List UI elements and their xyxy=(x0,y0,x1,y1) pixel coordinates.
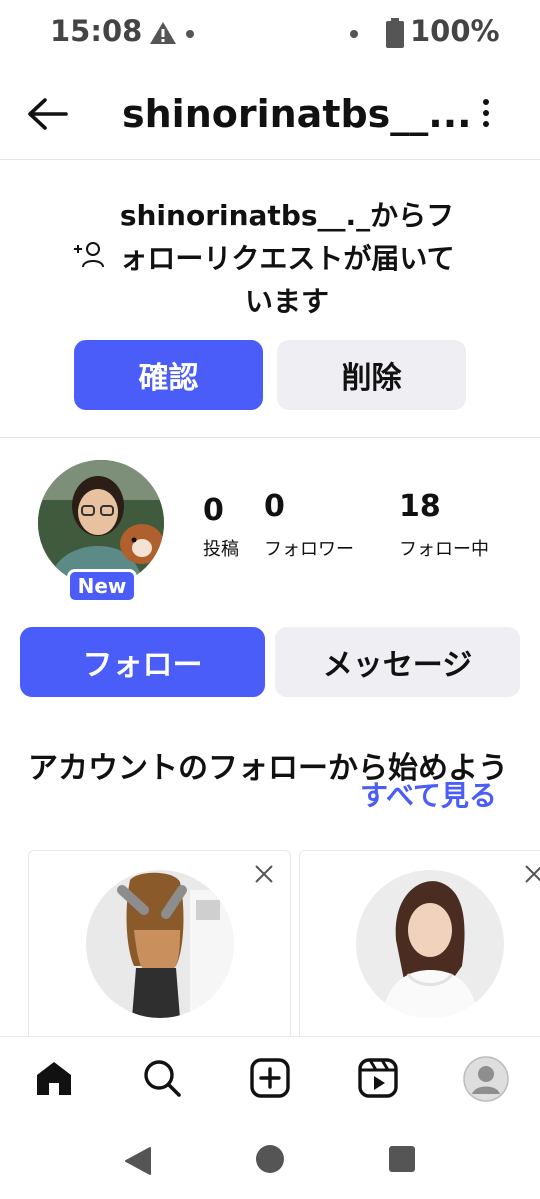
back-arrow-icon[interactable] xyxy=(26,96,68,132)
notification-dot-icon xyxy=(186,30,194,38)
message-button[interactable]: メッセージ xyxy=(275,627,520,697)
following-label[interactable]: フォロー中 xyxy=(399,535,489,561)
followers-count[interactable]: 0 xyxy=(264,489,285,524)
follow-request-panel: shinorinatbs__._からフォローリクエストが届いています 確認 削除 xyxy=(0,160,540,438)
status-bar: 15:08 100% xyxy=(0,0,540,68)
warning-icon xyxy=(150,22,176,44)
posts-count: 0 xyxy=(203,493,224,528)
suggestion-avatar[interactable] xyxy=(86,870,234,1018)
following-count[interactable]: 18 xyxy=(399,489,441,524)
reels-icon[interactable] xyxy=(358,1058,398,1098)
follow-request-message: shinorinatbs__._からフォローリクエストが届いています xyxy=(119,199,455,318)
confirm-button[interactable]: 確認 xyxy=(74,340,263,410)
profile-header: shinorinatbs__... xyxy=(0,70,540,160)
more-vert-icon[interactable] xyxy=(476,98,496,130)
new-badge: New xyxy=(67,569,137,603)
battery-icon xyxy=(386,18,404,48)
person-add-icon xyxy=(74,242,104,268)
avatar[interactable] xyxy=(38,460,164,586)
bottom-nav xyxy=(0,1036,540,1122)
search-icon[interactable] xyxy=(142,1058,182,1098)
home-icon[interactable] xyxy=(34,1058,74,1098)
notification-dot-icon xyxy=(350,30,358,38)
recents-square-icon[interactable] xyxy=(388,1145,416,1173)
suggestion-avatar[interactable] xyxy=(356,870,504,1018)
close-icon[interactable] xyxy=(524,864,540,884)
close-icon[interactable] xyxy=(254,864,274,884)
see-all-link[interactable]: すべて見る xyxy=(360,774,497,814)
home-circle-icon[interactable] xyxy=(255,1144,285,1174)
system-nav xyxy=(0,1122,540,1199)
followers-label[interactable]: フォロワー xyxy=(264,535,354,561)
battery-percent: 100% xyxy=(410,14,500,48)
page-title: shinorinatbs__... xyxy=(122,92,472,136)
posts-label: 投稿 xyxy=(203,539,239,560)
follow-button[interactable]: フォロー xyxy=(20,627,265,697)
back-triangle-icon[interactable] xyxy=(124,1146,152,1176)
create-icon[interactable] xyxy=(250,1058,290,1098)
status-time: 15:08 xyxy=(50,14,143,48)
profile-icon[interactable] xyxy=(463,1056,509,1102)
delete-button[interactable]: 削除 xyxy=(277,340,466,410)
